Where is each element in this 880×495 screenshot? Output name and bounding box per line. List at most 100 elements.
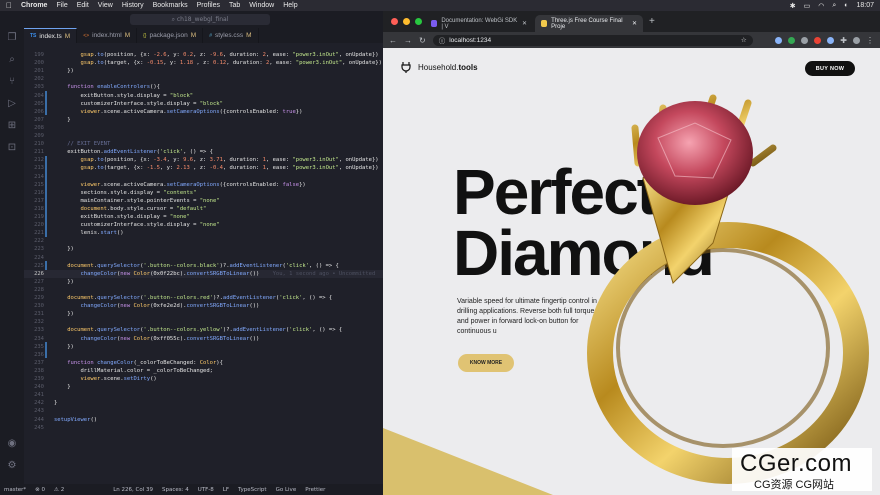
remote-icon[interactable]: ⊡: [6, 142, 18, 154]
menu-file[interactable]: File: [56, 2, 67, 9]
code-line[interactable]: 200 gsap.to(target, {x: -0.15, y: 1.18 ,…: [24, 59, 383, 67]
browser-tab-threejs[interactable]: Three.js Free Course Final Proje ✕: [535, 15, 643, 32]
close-tab-icon[interactable]: ✕: [632, 20, 637, 27]
code-line[interactable]: 213 gsap.to(target, {x: -1.5, y: 2.13 , …: [24, 164, 383, 172]
code-line[interactable]: 210 // EXIT EVENT: [24, 140, 383, 148]
line-ending[interactable]: LF: [223, 487, 229, 493]
code-line[interactable]: 232: [24, 318, 383, 326]
code-line[interactable]: 231 }): [24, 310, 383, 318]
code-line[interactable]: 235 }): [24, 343, 383, 351]
language-mode[interactable]: TypeScript: [238, 487, 267, 493]
code-line[interactable]: 208: [24, 124, 383, 132]
close-tab-icon[interactable]: ✕: [522, 20, 527, 27]
code-line[interactable]: 224: [24, 254, 383, 262]
code-line[interactable]: 212 gsap.to(position, {x: -3.4, y: 9.6, …: [24, 156, 383, 164]
code-line[interactable]: 230 changeColor(new Color(0xfe2e2d).conv…: [24, 302, 383, 310]
code-line[interactable]: 216 sections.style.display = "contents": [24, 189, 383, 197]
menu-bookmarks[interactable]: Bookmarks: [153, 2, 188, 9]
wifi-icon[interactable]: ◠: [818, 2, 824, 10]
menu-profiles[interactable]: Profiles: [197, 2, 220, 9]
extension-icon[interactable]: [775, 36, 783, 44]
code-line[interactable]: 228: [24, 286, 383, 294]
code-line[interactable]: 203 function enableControlers(){: [24, 83, 383, 91]
code-line[interactable]: 227 }): [24, 278, 383, 286]
encoding[interactable]: UTF-8: [198, 487, 214, 493]
code-line[interactable]: 234 changeColor(new Color(0xff055c).conv…: [24, 335, 383, 343]
account-icon[interactable]: ◉: [6, 438, 18, 450]
profile-avatar-icon[interactable]: [853, 36, 860, 44]
cursor-position[interactable]: Ln 226, Col 39: [113, 487, 153, 493]
menu-help[interactable]: Help: [283, 2, 297, 9]
code-line[interactable]: 201 }): [24, 67, 383, 75]
apple-icon[interactable]: : [6, 1, 12, 10]
search-icon[interactable]: ⌕: [832, 2, 836, 10]
know-more-button[interactable]: KNOW MORE: [458, 354, 514, 372]
extension-icon[interactable]: [801, 36, 809, 44]
code-line[interactable]: 241: [24, 391, 383, 399]
address-bar[interactable]: ⓘ localhost:1234 ☆: [432, 34, 753, 46]
bookmark-star-icon[interactable]: ☆: [741, 36, 747, 44]
code-line[interactable]: 245: [24, 424, 383, 432]
extension-icon[interactable]: [814, 36, 822, 44]
explorer-icon[interactable]: ❐: [6, 32, 18, 44]
code-line[interactable]: 205 customizerInterface.style.display = …: [24, 100, 383, 108]
go-live-button[interactable]: Go Live: [276, 487, 297, 493]
code-line[interactable]: 229 document.querySelector('.button--col…: [24, 294, 383, 302]
code-line[interactable]: 207 }: [24, 116, 383, 124]
code-line[interactable]: 209: [24, 132, 383, 140]
indentation[interactable]: Spaces: 4: [162, 487, 189, 493]
code-line[interactable]: 202: [24, 75, 383, 83]
chrome-menu-icon[interactable]: ⋮: [866, 36, 874, 45]
tab-package-json[interactable]: {} package.json M: [137, 28, 204, 43]
search-icon[interactable]: ⌕: [6, 54, 18, 66]
back-arrow-icon[interactable]: ←: [389, 36, 397, 45]
control-center-icon[interactable]: ◐: [844, 2, 848, 9]
menubar-clock[interactable]: 18:07: [856, 2, 874, 9]
error-count[interactable]: ⊗ 0: [35, 487, 45, 493]
code-line[interactable]: 199 gsap.to(position, {x: -2.6, y: 0.2, …: [24, 51, 383, 59]
code-line[interactable]: 233 document.querySelector('.button--col…: [24, 326, 383, 334]
menu-app-name[interactable]: Chrome: [21, 2, 47, 9]
reload-icon[interactable]: ↻: [419, 36, 426, 45]
code-line[interactable]: 243: [24, 407, 383, 415]
settings-gear-icon[interactable]: ⚙: [6, 460, 18, 472]
code-line[interactable]: 204 exitButton.style.display = "block": [24, 92, 383, 100]
source-control-icon[interactable]: ⑂: [6, 76, 18, 88]
code-line[interactable]: 220 customizerInterface.style.display = …: [24, 221, 383, 229]
warning-count[interactable]: ⚠ 2: [54, 487, 64, 493]
git-branch[interactable]: master*: [4, 487, 26, 493]
code-line[interactable]: 214: [24, 173, 383, 181]
code-line[interactable]: 226 changeColor(new Color(0x0f22bc).conv…: [24, 269, 383, 278]
code-line[interactable]: 239 viewer.scene.setDirty(): [24, 375, 383, 383]
close-window-button[interactable]: [391, 18, 398, 25]
browser-tab-docs[interactable]: Documentation: WebGi SDK | V ✕: [425, 15, 533, 32]
zoom-window-button[interactable]: [415, 18, 422, 25]
tab-index-ts[interactable]: TS index.ts M: [24, 28, 78, 43]
code-editor[interactable]: 199 gsap.to(position, {x: -2.6, y: 0.2, …: [24, 51, 383, 484]
extensions-icon[interactable]: ⊞: [6, 120, 18, 132]
extension-icon[interactable]: [827, 36, 835, 44]
extensions-puzzle-icon[interactable]: ✚: [840, 36, 847, 45]
code-line[interactable]: 221 lenis.start(): [24, 229, 383, 237]
menu-edit[interactable]: Edit: [77, 2, 89, 9]
code-line[interactable]: 206 viewer.scene.activeCamera.setCameraO…: [24, 108, 383, 116]
code-line[interactable]: 215 viewer.scene.activeCamera.setCameraO…: [24, 181, 383, 189]
command-center-search[interactable]: ⌕ ch18_webgl_final: [130, 14, 270, 25]
code-line[interactable]: 222: [24, 237, 383, 245]
code-line[interactable]: 236: [24, 351, 383, 359]
bluetooth-icon[interactable]: ✱: [790, 2, 796, 10]
code-line[interactable]: 238 drillMaterial.color = _colorToBeChan…: [24, 367, 383, 375]
site-info-icon[interactable]: ⓘ: [439, 35, 446, 45]
forward-arrow-icon[interactable]: →: [404, 36, 412, 45]
run-debug-icon[interactable]: ▷: [6, 98, 18, 110]
diamond-ring-model[interactable]: [563, 68, 880, 495]
minimize-window-button[interactable]: [403, 18, 410, 25]
new-tab-icon[interactable]: +: [649, 16, 655, 27]
code-line[interactable]: 218 document.body.style.cursor = "defaul…: [24, 205, 383, 213]
menu-window[interactable]: Window: [249, 2, 274, 9]
code-line[interactable]: 217 mainContainer.style.pointerEvents = …: [24, 197, 383, 205]
code-line[interactable]: 219 exitButton.style.display = "none": [24, 213, 383, 221]
code-line[interactable]: 237 function changeColor(_colorToBeChang…: [24, 359, 383, 367]
code-line[interactable]: 225 document.querySelector('.button--col…: [24, 262, 383, 270]
prettier-status[interactable]: Prettier: [305, 487, 325, 493]
